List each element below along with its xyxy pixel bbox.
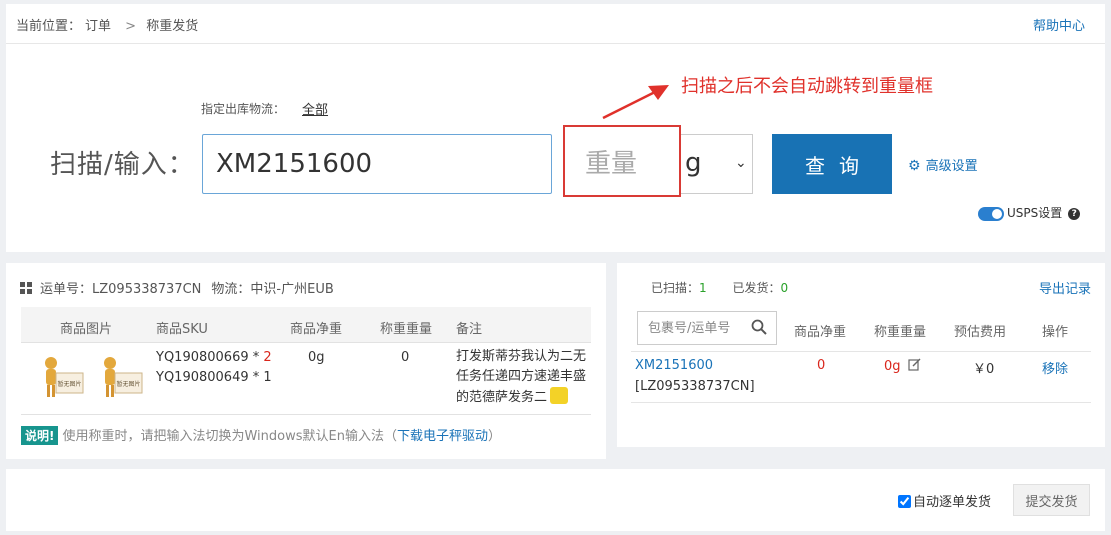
dispatch-logistics-label: 指定出库物流： <box>201 102 286 116</box>
advanced-settings-label: 高级设置 <box>925 159 978 174</box>
net-weight-value: 0g <box>308 350 325 365</box>
auto-ship-checkbox[interactable] <box>898 495 911 508</box>
divider <box>631 402 1091 403</box>
col-product-image: 商品图片 <box>60 322 113 337</box>
gear-icon: ⚙ <box>908 158 921 174</box>
package-search <box>637 311 777 345</box>
scan-input-label: 扫描/输入： <box>50 150 195 180</box>
divider <box>631 351 1091 352</box>
weight-unit-value: g <box>685 148 702 178</box>
order-detail-panel: 运单号：LZ095338737CN 物流：中识-广州EUB 商品图片 商品SKU … <box>6 263 606 459</box>
advanced-settings-link[interactable]: ⚙ 高级设置 <box>908 155 978 174</box>
order-note: 打发斯蒂芬我认为二无任务任递四方速递丰盛的范德萨发务二 <box>456 347 596 408</box>
search-icon[interactable] <box>751 319 767 335</box>
query-button[interactable]: 查询 <box>772 134 892 194</box>
chevron-down-icon: ⌄ <box>735 155 747 171</box>
sku-qty: 2 <box>263 350 272 365</box>
shipped-count: 0 <box>780 281 789 295</box>
breadcrumb-item-orders[interactable]: 订单 <box>85 19 111 34</box>
product-image-placeholder: 暂无图片 <box>45 357 84 397</box>
edit-icon[interactable] <box>908 358 921 371</box>
shipment-info: 运单号：LZ095338737CN 物流：中识-广州EUB <box>20 278 334 297</box>
breadcrumb-bar: 当前位置： 订单 > 称重发货 帮助中心 <box>6 4 1105 44</box>
breadcrumb-separator: > <box>125 19 137 34</box>
shipped-label: 已发货： <box>732 281 781 295</box>
product-table-header: 商品图片 商品SKU 商品净重 称重重量 备注 <box>21 307 591 343</box>
scanned-label: 已扫描： <box>651 281 700 295</box>
question-icon[interactable]: ? <box>1068 207 1081 220</box>
usps-label[interactable]: USPS设置 <box>1007 206 1062 220</box>
sku-line: YQ190800649 * 1 <box>156 370 272 385</box>
help-center-link[interactable]: 帮助中心 <box>1033 15 1085 34</box>
breadcrumb-item-weigh-ship[interactable]: 称重发货 <box>146 19 198 34</box>
placeholder-text: 暂无图片 <box>116 380 140 388</box>
annotation-highlight-box <box>563 125 681 197</box>
note-tag[interactable] <box>550 387 569 404</box>
usage-tip: 说明! 使用称重时，请把输入法切换为Windows默认En输入法（下载电子秤驱动） <box>21 425 501 445</box>
usps-settings: USPS设置? <box>978 204 1081 221</box>
download-driver-link[interactable]: 下载电子秤驱动 <box>397 429 488 444</box>
grid-icon <box>20 282 32 294</box>
scanned-count: 1 <box>699 281 707 295</box>
submit-bar: 自动逐单发货 提交发货 <box>6 469 1105 531</box>
auto-ship-option: 自动逐单发货 <box>898 491 991 510</box>
col-note: 备注 <box>456 322 483 337</box>
annotation-arrow <box>602 85 669 120</box>
sku-qty: 1 <box>263 370 272 385</box>
breadcrumb-prefix: 当前位置： <box>16 19 82 34</box>
sku-code: YQ190800649 <box>156 370 249 385</box>
tip-text: 使用称重时，请把输入法切换为Windows默认En输入法（ <box>62 429 397 444</box>
scan-stats: 已扫描：1 已发货：0 <box>651 279 788 296</box>
weight-unit-select[interactable]: g ⌄ <box>681 134 753 194</box>
logistics-value: 中识-广州EUB <box>250 282 334 297</box>
remove-record-link[interactable]: 移除 <box>1042 358 1068 377</box>
sku-code: YQ190800669 <box>156 350 249 365</box>
tracking-number: LZ095338737CN <box>92 282 202 297</box>
record-package-link[interactable]: XM2151600 <box>635 358 713 373</box>
auto-ship-label[interactable]: 自动逐单发货 <box>913 495 991 510</box>
weighed-value: 0 <box>401 350 410 365</box>
logistics-label: 物流： <box>211 282 251 297</box>
scan-panel: 当前位置：订单 > 称重发货 帮助中心 指定出库物流： 全部 扫描/输入： g … <box>6 4 1105 252</box>
usps-toggle[interactable] <box>978 206 1004 221</box>
record-weighed: 0g <box>884 358 921 374</box>
tip-badge: 说明! <box>21 426 59 445</box>
record-net-weight: 0 <box>817 358 826 373</box>
table-row: 暂无图片 暂无图片 YQ190800669 * 2 YQ190800649 * … <box>21 343 591 415</box>
col-net-weight: 商品净重 <box>290 322 343 337</box>
product-image-placeholder: 暂无图片 <box>104 357 143 397</box>
scan-records-panel: 已扫描：1 已发货：0 导出记录 商品净重 称重重量 预估费用 操作 XM215… <box>617 263 1105 447</box>
annotation-text: 扫描之后不会自动跳转到重量框 <box>681 76 933 97</box>
col-product-sku: 商品SKU <box>156 322 208 337</box>
tracking-label: 运单号： <box>40 282 93 297</box>
col-weighed: 称重重量 <box>380 322 433 337</box>
dispatch-logistics-select[interactable]: 全部 <box>302 99 328 118</box>
submit-shipment-button[interactable]: 提交发货 <box>1013 484 1090 516</box>
package-search-input[interactable] <box>638 312 748 344</box>
scan-input[interactable] <box>202 134 552 194</box>
placeholder-text: 暂无图片 <box>57 380 81 388</box>
export-records-link[interactable]: 导出记录 <box>1039 278 1091 297</box>
col-action: 操作 <box>1042 325 1069 340</box>
record-fee: ￥0 <box>973 362 995 377</box>
tip-suffix: ） <box>487 429 501 444</box>
breadcrumb: 当前位置： 订单 > 称重发货 <box>16 15 202 34</box>
sku-line: YQ190800669 * 2 <box>156 350 272 365</box>
record-weighed-value: 0g <box>884 359 901 374</box>
col-estimated-fee: 预估费用 <box>954 325 1007 340</box>
record-tracking-number: [LZ095338737CN] <box>635 379 755 394</box>
col-weighed: 称重重量 <box>874 325 927 340</box>
col-net-weight: 商品净重 <box>794 325 847 340</box>
